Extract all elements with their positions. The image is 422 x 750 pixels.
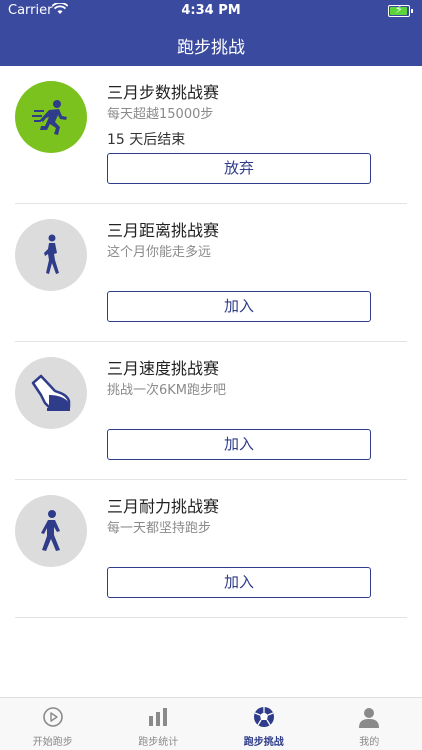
give-up-button[interactable]: 放弃 xyxy=(107,153,371,184)
tab-label: 跑步统计 xyxy=(138,737,179,748)
tab-mine[interactable]: 我的 xyxy=(317,698,422,750)
battery-icon: ⚡ xyxy=(388,3,413,17)
tab-start-run[interactable]: 开始跑步 xyxy=(0,698,106,750)
tab-label: 开始跑步 xyxy=(32,737,73,748)
tab-label: 跑步挑战 xyxy=(243,737,284,748)
tab-label: 我的 xyxy=(359,737,380,748)
challenge-item: 三月步数挑战赛 每天超越15000步 15 天后结束 放弃 xyxy=(15,66,407,204)
challenge-description: 这个月你能走多远 xyxy=(107,245,212,260)
challenge-name: 三月步数挑战赛 xyxy=(107,83,220,102)
challenge-item: 三月距离挑战赛 这个月你能走多远 加入 xyxy=(15,204,407,342)
join-button[interactable]: 加入 xyxy=(107,429,371,460)
clock: 4:34 PM xyxy=(181,3,241,18)
jogger-icon xyxy=(15,219,87,291)
person-icon xyxy=(358,706,380,728)
join-button[interactable]: 加入 xyxy=(107,567,371,598)
challenge-list: 三月步数挑战赛 每天超越15000步 15 天后结束 放弃 三月距离挑战赛 这个… xyxy=(0,66,422,618)
challenge-ends-label: 15 天后结束 xyxy=(107,132,186,148)
play-icon xyxy=(42,706,64,728)
ball-icon xyxy=(253,706,275,728)
challenge-description: 每一天都坚持跑步 xyxy=(107,521,212,536)
challenge-name: 三月速度挑战赛 xyxy=(107,359,220,378)
challenge-name: 三月耐力挑战赛 xyxy=(107,497,220,516)
status-bar: Carrier 4:34 PM ⚡ xyxy=(0,0,422,22)
tab-run-stats[interactable]: 跑步统计 xyxy=(106,698,212,750)
join-button[interactable]: 加入 xyxy=(107,291,371,322)
page-title: 跑步挑战 xyxy=(177,38,245,58)
walker-icon xyxy=(15,495,87,567)
challenge-item: 三月速度挑战赛 挑战一次6KM跑步吧 加入 xyxy=(15,342,407,480)
bar-chart-icon xyxy=(147,706,169,728)
challenge-item: 三月耐力挑战赛 每一天都坚持跑步 加入 xyxy=(15,480,407,618)
challenge-description: 挑战一次6KM跑步吧 xyxy=(107,383,227,398)
challenge-name: 三月距离挑战赛 xyxy=(107,221,220,240)
tab-run-challenge[interactable]: 跑步挑战 xyxy=(211,698,317,750)
nav-bar: 跑步挑战 xyxy=(0,22,422,66)
running-man-icon xyxy=(15,81,87,153)
tab-bar: 开始跑步 跑步统计 跑步挑战 我的 xyxy=(0,697,422,750)
running-shoe-icon xyxy=(15,357,87,429)
challenge-description: 每天超越15000步 xyxy=(107,107,214,122)
